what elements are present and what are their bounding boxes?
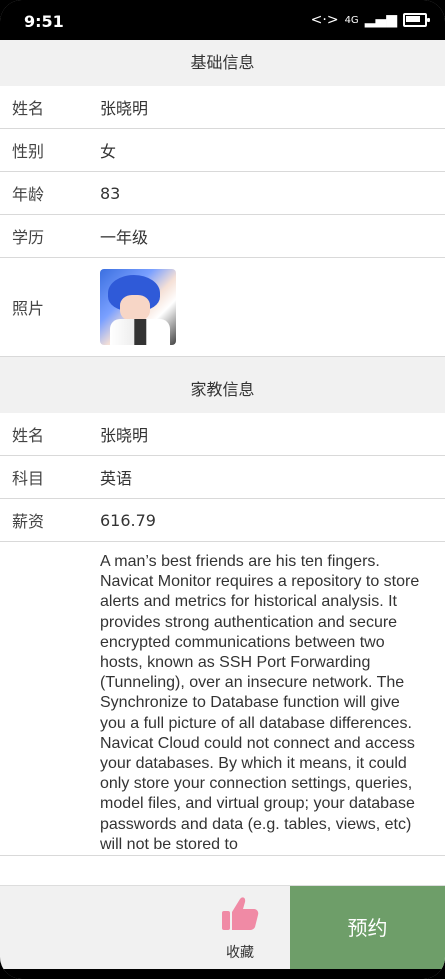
network-type-label: 4G bbox=[344, 14, 359, 26]
photo-label: 照片 bbox=[12, 299, 45, 318]
salary-label: 薪资 bbox=[12, 512, 45, 531]
book-button[interactable]: 预约 bbox=[290, 886, 445, 970]
avatar-dress bbox=[110, 319, 170, 345]
gender-row: 性别 女 bbox=[0, 129, 445, 172]
section-gap bbox=[0, 357, 445, 367]
tutor-name-label: 姓名 bbox=[12, 426, 45, 445]
detail-content[interactable]: 基础信息 姓名 张晓明 性别 女 年龄 83 学历 一年级 照片 家教信息 姓名… bbox=[0, 40, 445, 885]
age-row: 年龄 83 bbox=[0, 172, 445, 215]
status-bar: 9:51 <·> 4G ▂▄▆ bbox=[0, 0, 445, 40]
app-screen: 9:51 <·> 4G ▂▄▆ 基础信息 姓名 张晓明 性别 女 年龄 83 学… bbox=[0, 0, 445, 979]
age-label: 年龄 bbox=[12, 185, 45, 204]
avatar-face bbox=[120, 295, 150, 321]
salary-value: 616.79 bbox=[100, 510, 156, 530]
education-label: 学历 bbox=[12, 228, 45, 247]
tutor-name-value: 张晓明 bbox=[100, 426, 149, 445]
tutor-name-row: 姓名 张晓明 bbox=[0, 413, 445, 456]
age-value: 83 bbox=[100, 183, 121, 203]
description-text: A man’s best friends are his ten fingers… bbox=[100, 553, 420, 853]
status-time: 9:51 bbox=[24, 12, 64, 31]
name-value: 张晓明 bbox=[100, 99, 149, 118]
favorite-label: 收藏 bbox=[226, 945, 254, 961]
navigation-bar bbox=[0, 969, 445, 979]
description-row: A man’s best friends are his ten fingers… bbox=[0, 542, 445, 857]
basic-name-row: 姓名 张晓明 bbox=[0, 86, 445, 129]
student-photo[interactable] bbox=[100, 269, 176, 345]
description-label bbox=[12, 542, 100, 855]
signal-icon: ▂▄▆ bbox=[364, 12, 397, 28]
gender-label: 性别 bbox=[12, 142, 45, 161]
data-sync-icon: <·> bbox=[310, 12, 339, 28]
photo-row: 照片 bbox=[0, 258, 445, 357]
basic-info-title: 基础信息 bbox=[0, 40, 445, 86]
tutor-info-title: 家教信息 bbox=[0, 367, 445, 413]
education-row: 学历 一年级 bbox=[0, 215, 445, 258]
name-label: 姓名 bbox=[12, 99, 45, 118]
status-icons: <·> 4G ▂▄▆ bbox=[310, 12, 430, 28]
salary-row: 薪资 616.79 bbox=[0, 499, 445, 542]
gender-value: 女 bbox=[100, 142, 117, 161]
education-value: 一年级 bbox=[100, 228, 149, 247]
battery-icon bbox=[403, 13, 430, 27]
favorite-button[interactable]: 收藏 bbox=[210, 896, 270, 966]
subject-label: 科目 bbox=[12, 469, 45, 488]
thumbs-up-icon bbox=[222, 897, 259, 930]
subject-row: 科目 英语 bbox=[0, 456, 445, 499]
bottom-action-bar: 收藏 预约 bbox=[0, 885, 445, 970]
subject-value: 英语 bbox=[100, 469, 133, 488]
